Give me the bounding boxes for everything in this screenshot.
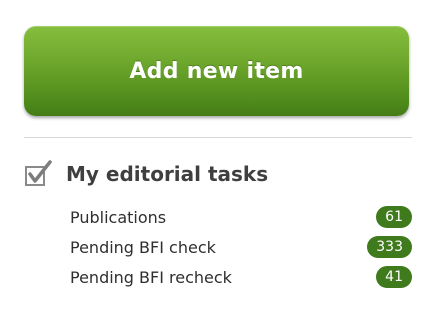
task-label: Pending BFI check: [70, 237, 216, 257]
task-label: Publications: [70, 207, 167, 227]
task-item-pending-bfi-recheck[interactable]: Pending BFI recheck 41: [70, 262, 412, 292]
count-badge: 61: [376, 206, 412, 228]
checkbox-checked-icon: [24, 159, 54, 189]
count-badge: 41: [376, 266, 412, 288]
task-label: Pending BFI recheck: [70, 267, 232, 287]
section-title: My editorial tasks: [66, 162, 269, 186]
task-item-publications[interactable]: Publications 61: [70, 202, 412, 232]
add-new-item-label: Add new item: [129, 58, 304, 84]
add-new-item-button[interactable]: Add new item: [24, 26, 409, 116]
editorial-task-list: Publications 61 Pending BFI check 333 Pe…: [70, 202, 412, 292]
editorial-sidebar-panel: Add new item My editorial tasks Publicat…: [0, 0, 422, 326]
editorial-tasks-header: My editorial tasks: [24, 158, 268, 190]
task-item-pending-bfi-check[interactable]: Pending BFI check 333: [70, 232, 412, 262]
section-divider: [24, 137, 412, 138]
count-badge: 333: [367, 236, 412, 258]
